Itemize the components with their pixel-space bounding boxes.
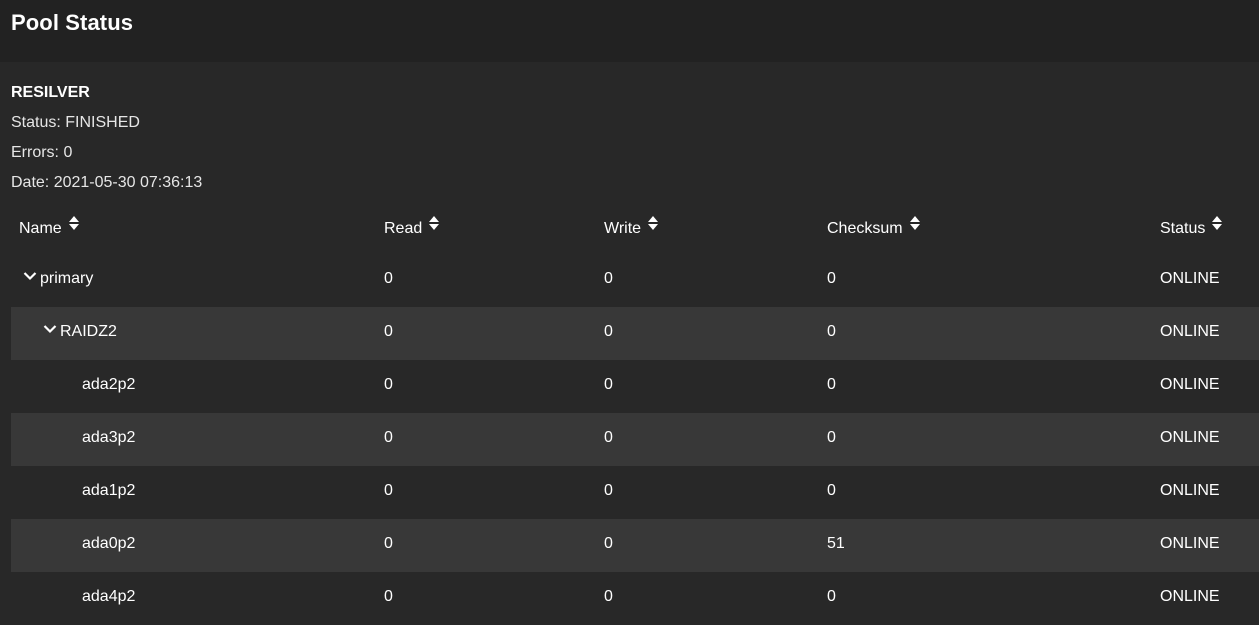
- name-cell: primary: [11, 254, 93, 307]
- column-header-label: Checksum: [827, 220, 903, 237]
- status-cell: ONLINE: [1160, 270, 1220, 287]
- row-name: ada2p2: [82, 376, 136, 393]
- read-cell: 0: [384, 429, 393, 446]
- write-cell: 0: [604, 376, 613, 393]
- table-row-ada3p2[interactable]: ada3p2 0 0 0 ONLINE: [11, 413, 1259, 466]
- resilver-date: Date: 2021-05-30 07:36:13: [11, 174, 203, 191]
- write-cell: 0: [604, 482, 613, 499]
- read-cell: 0: [384, 323, 393, 340]
- read-cell: 0: [384, 482, 393, 499]
- checksum-cell: 0: [827, 270, 836, 287]
- table-row-raidz2[interactable]: RAIDZ2 0 0 0 ONLINE: [11, 307, 1259, 360]
- table-row-ada4p2[interactable]: ada4p2 0 0 0 ONLINE: [11, 572, 1259, 625]
- column-header-write[interactable]: Write: [604, 204, 659, 254]
- column-header-label: Write: [604, 220, 642, 237]
- chevron-down-icon[interactable]: [23, 252, 37, 302]
- column-header-label: Status: [1160, 220, 1206, 237]
- sort-icon: [428, 202, 440, 252]
- read-cell: 0: [384, 588, 393, 605]
- pool-status-table: Name Read Write Checksum Status primary …: [11, 204, 1259, 625]
- checksum-cell: 0: [827, 588, 836, 605]
- column-header-checksum[interactable]: Checksum: [827, 204, 921, 254]
- read-cell: 0: [384, 376, 393, 393]
- checksum-cell: 0: [827, 376, 836, 393]
- column-header-read[interactable]: Read: [384, 204, 440, 254]
- status-cell: ONLINE: [1160, 323, 1220, 340]
- status-cell: ONLINE: [1160, 376, 1220, 393]
- column-header-status[interactable]: Status: [1160, 204, 1223, 254]
- read-cell: 0: [384, 270, 393, 287]
- row-name: ada4p2: [82, 588, 136, 605]
- name-cell: ada1p2: [11, 466, 135, 519]
- table-row-primary[interactable]: primary 0 0 0 ONLINE: [11, 254, 1259, 307]
- write-cell: 0: [604, 323, 613, 340]
- name-cell: ada0p2: [11, 519, 135, 572]
- row-name: ada3p2: [82, 429, 136, 446]
- checksum-cell: 0: [827, 323, 836, 340]
- row-name: RAIDZ2: [60, 323, 117, 340]
- table-row-ada2p2[interactable]: ada2p2 0 0 0 ONLINE: [11, 360, 1259, 413]
- table-row-ada1p2[interactable]: ada1p2 0 0 0 ONLINE: [11, 466, 1259, 519]
- column-header-label: Name: [19, 220, 62, 237]
- resilver-status: Status: FINISHED: [11, 114, 140, 131]
- name-cell: ada2p2: [11, 360, 135, 413]
- sort-icon: [68, 202, 80, 252]
- status-cell: ONLINE: [1160, 588, 1220, 605]
- row-name: ada1p2: [82, 482, 136, 499]
- column-header-label: Read: [384, 220, 423, 237]
- status-cell: ONLINE: [1160, 429, 1220, 446]
- table-row-ada0p2[interactable]: ada0p2 0 0 51 ONLINE: [11, 519, 1259, 572]
- write-cell: 0: [604, 535, 613, 552]
- resilver-section: RESILVER Status: FINISHED Errors: 0 Date…: [11, 78, 202, 198]
- checksum-cell: 0: [827, 429, 836, 446]
- checksum-cell: 0: [827, 482, 836, 499]
- read-cell: 0: [384, 535, 393, 552]
- row-name: ada0p2: [82, 535, 136, 552]
- column-header-name[interactable]: Name: [19, 204, 80, 254]
- resilver-errors: Errors: 0: [11, 144, 73, 161]
- table-header: Name Read Write Checksum Status: [11, 204, 1259, 254]
- checksum-cell: 51: [827, 535, 845, 552]
- write-cell: 0: [604, 429, 613, 446]
- name-cell: RAIDZ2: [11, 307, 117, 360]
- sort-icon: [909, 202, 921, 252]
- write-cell: 0: [604, 588, 613, 605]
- page-title: Pool Status: [11, 10, 134, 35]
- resilver-heading: RESILVER: [11, 84, 90, 101]
- chevron-down-icon[interactable]: [43, 305, 57, 355]
- title-bar: Pool Status: [0, 0, 1259, 62]
- sort-icon: [1211, 202, 1223, 252]
- write-cell: 0: [604, 270, 613, 287]
- table-body: primary 0 0 0 ONLINE RAIDZ2 0 0 0 ONLINE…: [11, 254, 1259, 625]
- status-cell: ONLINE: [1160, 482, 1220, 499]
- sort-icon: [647, 202, 659, 252]
- row-name: primary: [40, 270, 94, 287]
- name-cell: ada4p2: [11, 572, 135, 625]
- status-cell: ONLINE: [1160, 535, 1220, 552]
- name-cell: ada3p2: [11, 413, 135, 466]
